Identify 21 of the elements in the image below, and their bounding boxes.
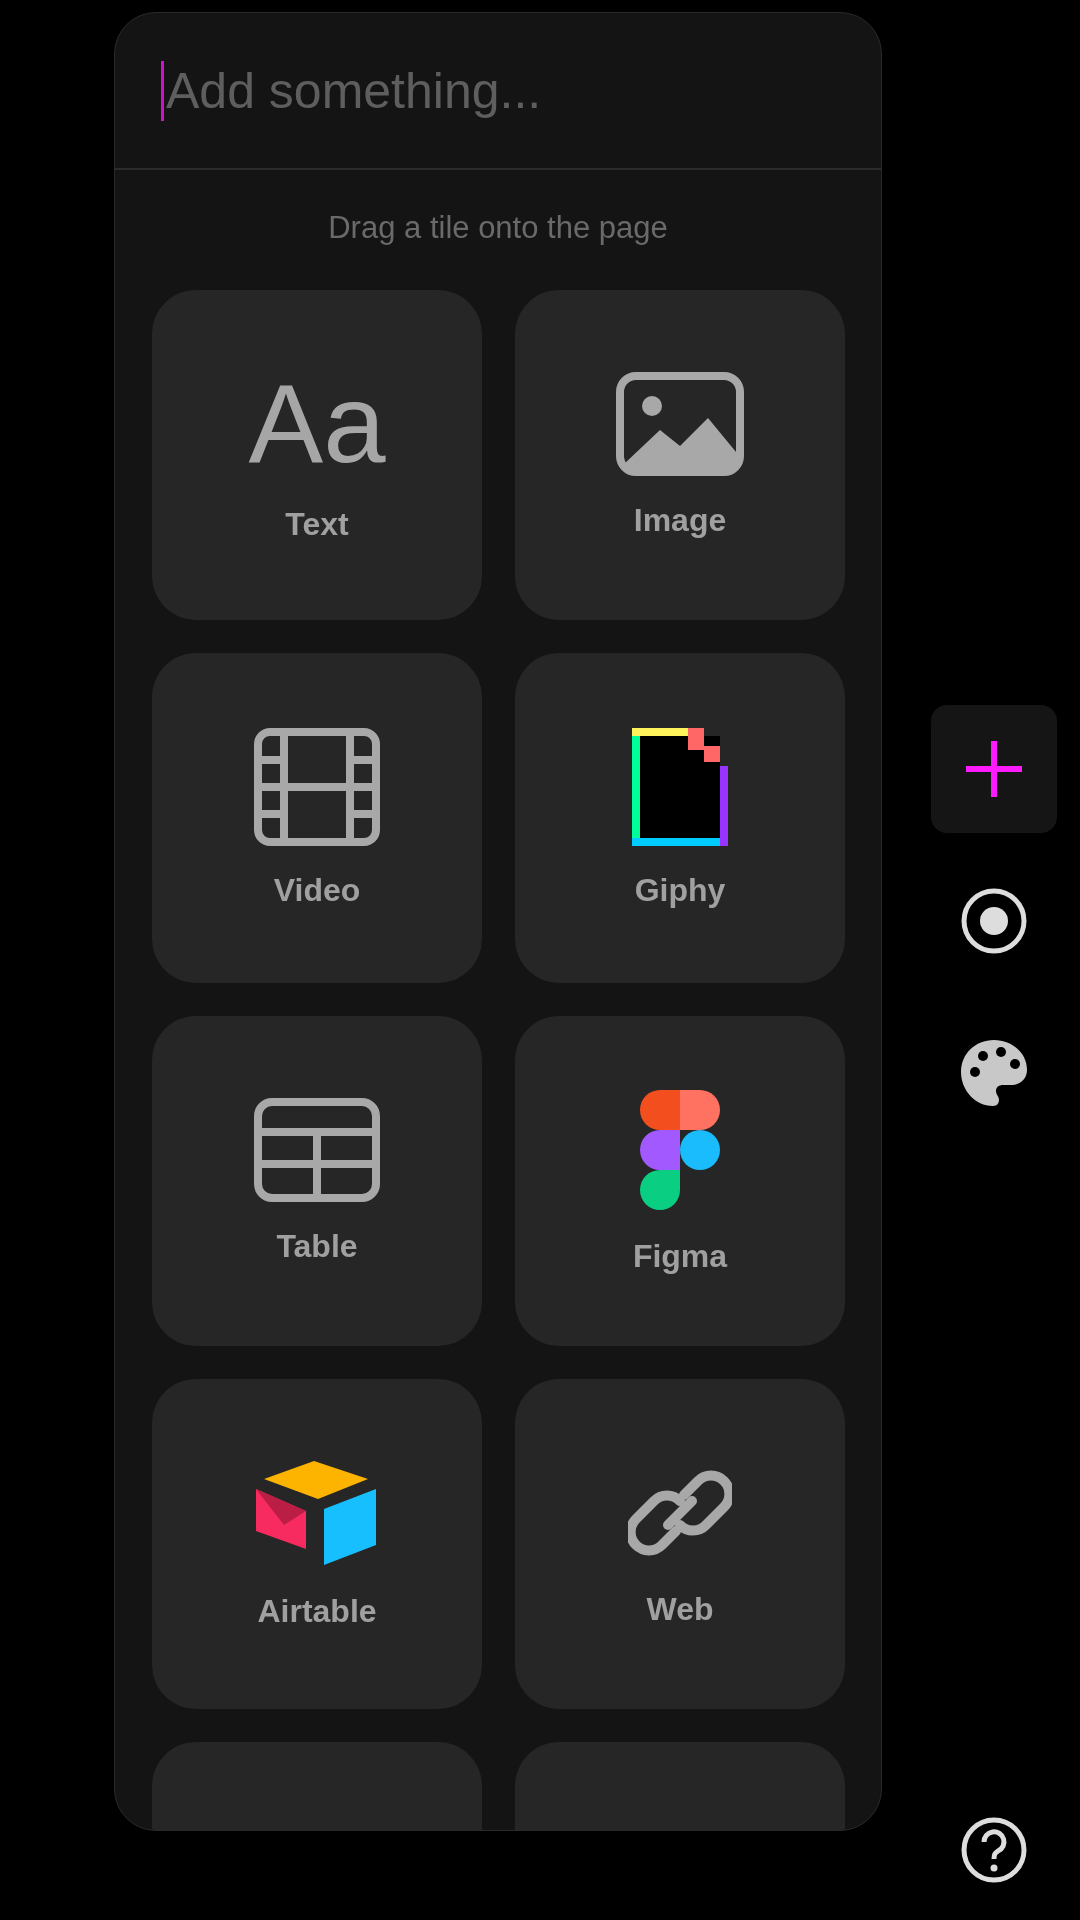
plus-icon <box>964 739 1024 799</box>
tile-button[interactable]: Aa Text <box>152 290 482 620</box>
help-icon[interactable] <box>960 1816 1028 1884</box>
tile-button[interactable]: Table <box>152 1016 482 1346</box>
giphy-icon <box>632 727 728 846</box>
hint-text: Drag a tile onto the page <box>328 210 668 246</box>
image-icon <box>616 371 744 476</box>
tile-button[interactable]: Figma <box>515 1016 845 1346</box>
tile-button[interactable]: Giphy <box>515 653 845 983</box>
palette-icon <box>959 1038 1029 1108</box>
search-field[interactable]: Add something... <box>166 61 806 120</box>
record-icon <box>960 887 1028 955</box>
text-cursor <box>161 60 164 121</box>
table-icon <box>254 1097 380 1202</box>
figma-icon <box>638 1087 722 1212</box>
tile-button[interactable]: Video <box>152 653 482 983</box>
tile-button[interactable]: Airtable <box>152 1379 482 1709</box>
tile-button[interactable]: Image <box>515 290 845 620</box>
toolbar-button[interactable] <box>931 705 1057 833</box>
film-icon <box>254 727 380 846</box>
tile-button[interactable]: Web <box>515 1379 845 1709</box>
